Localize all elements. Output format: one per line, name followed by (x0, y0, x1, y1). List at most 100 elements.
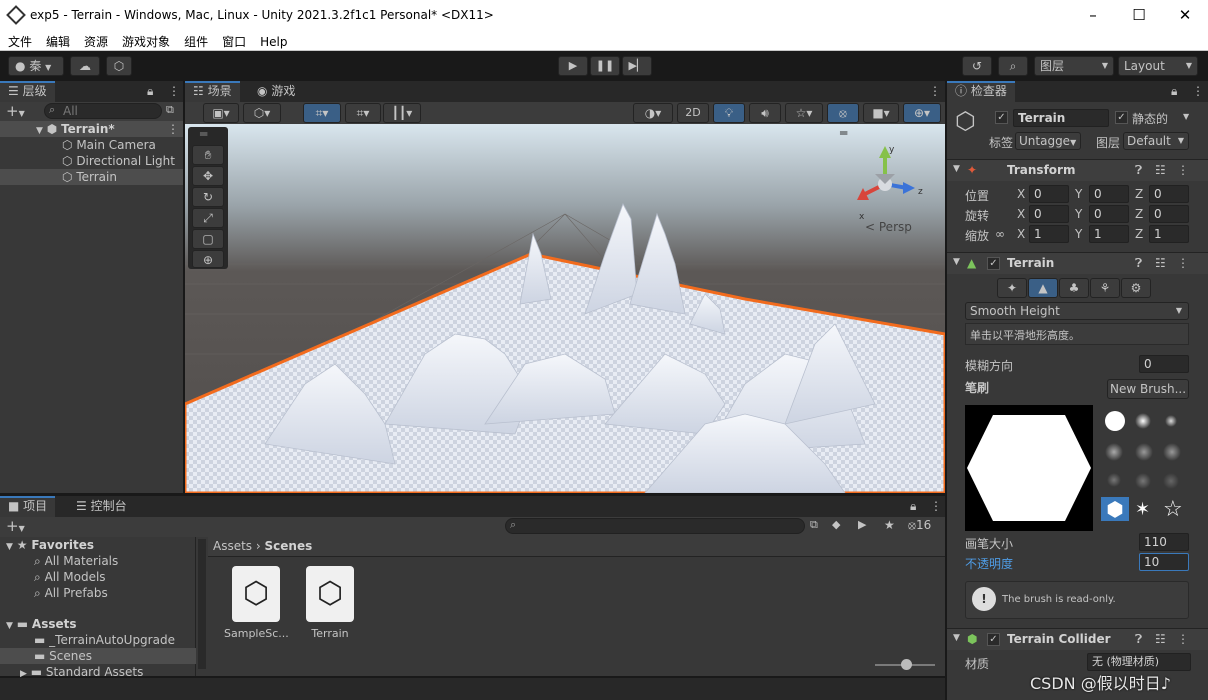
new-brush-button[interactable]: New Brush... (1107, 379, 1189, 399)
maximize-button[interactable]: ☐ (1116, 0, 1162, 31)
play-button[interactable]: ▶ (558, 56, 588, 76)
expand-arrow-icon[interactable]: ▼ (953, 164, 960, 174)
link-icon[interactable]: ∞ (995, 227, 1005, 241)
terrain-collider-header[interactable]: ▼ ⬢ ✓ Terrain Collider ❓︎ ☷ ⋮ (947, 628, 1208, 650)
scale-tool-icon[interactable]: ⤢ (192, 208, 224, 228)
paint-trees-icon[interactable]: ♣ (1059, 278, 1089, 298)
menu-assets[interactable]: 资源 (76, 31, 114, 50)
search-options-icon[interactable]: ⧉ (166, 103, 174, 117)
more-menu-icon[interactable]: ⋮ (1192, 84, 1204, 98)
menu-help[interactable]: Help (252, 33, 293, 49)
position-y-field[interactable]: 0 (1089, 185, 1129, 203)
help-icon[interactable]: ❓︎ (1135, 632, 1142, 647)
scrollbar[interactable] (198, 539, 206, 669)
presets-icon[interactable]: ☷ (1155, 632, 1166, 646)
breadcrumb-item[interactable]: Assets (213, 539, 252, 553)
layers-dropdown[interactable]: 图层 ▼ (1034, 56, 1114, 76)
brush-size-field[interactable]: 110 (1139, 533, 1189, 551)
ruler-dropdown[interactable]: ┃┃▾ (383, 103, 421, 123)
expand-arrow-icon[interactable]: ▼ (953, 257, 960, 267)
menu-gameobject[interactable]: 游戏对象 (114, 31, 176, 50)
favorite-item[interactable]: ⌕ All Materials (34, 553, 118, 569)
search-button[interactable]: ⌕ (998, 56, 1028, 76)
hierarchy-item-main-camera[interactable]: ⬡ Main Camera (62, 137, 156, 153)
brush-star-soft-icon[interactable]: ✶ (1135, 499, 1150, 520)
static-checkbox[interactable]: ✓ (1115, 111, 1128, 124)
search-options-icon[interactable]: ⧉ (810, 518, 818, 532)
brush-grass-icon[interactable] (1163, 473, 1179, 489)
more-menu-icon[interactable]: ⋮ (929, 84, 941, 98)
tab-console[interactable]: ☰ 控制台 (68, 496, 135, 517)
active-checkbox[interactable]: ✓ (995, 111, 1008, 124)
create-neighbor-icon[interactable]: ✦ (997, 278, 1027, 298)
layout-dropdown[interactable]: Layout ▼ (1118, 56, 1198, 76)
asset-file[interactable]: ⬡ SampleSc... (224, 566, 289, 640)
more-menu-icon[interactable]: ⋮ (168, 84, 180, 98)
hierarchy-search-input[interactable]: All (44, 103, 162, 119)
brush-hexagon-selected-icon[interactable]: ⬢ (1101, 497, 1129, 521)
rotate-tool-icon[interactable]: ↻ (192, 187, 224, 207)
filter-type-icon[interactable]: ◆ (832, 518, 840, 531)
favorite-item[interactable]: ⌕ All Prefabs (34, 585, 108, 601)
hidden-objects-icon[interactable]: ⦻ (827, 103, 859, 123)
favorite-star-icon[interactable]: ★ (884, 518, 895, 532)
collab-button[interactable]: ⬡ (106, 56, 132, 76)
terrain-tool-dropdown[interactable]: Smooth Height ▼ (965, 302, 1189, 320)
help-icon[interactable]: ❓︎ (1135, 256, 1142, 271)
object-name-input[interactable]: Terrain (1013, 109, 1109, 127)
effects-dropdown[interactable]: ☆▾ (785, 103, 823, 123)
tab-game[interactable]: ◉ 游戏 (249, 81, 303, 102)
terrain-settings-icon[interactable]: ⚙ (1121, 278, 1151, 298)
hand-tool-icon[interactable]: ✋︎ (192, 145, 224, 165)
breadcrumb-item[interactable]: Scenes (265, 539, 313, 553)
increment-snap-dropdown[interactable]: ⌗▾ (345, 103, 381, 123)
position-z-field[interactable]: 0 (1149, 185, 1189, 203)
transform-header[interactable]: ▼ ✦ Transform ❓︎ ☷ ⋮ (947, 159, 1208, 181)
menu-window[interactable]: 窗口 (214, 31, 252, 50)
tab-hierarchy[interactable]: ☰ 层级 (0, 81, 55, 102)
lock-icon[interactable]: 🔒︎ (1171, 84, 1177, 99)
paint-terrain-icon[interactable]: ▲ (1028, 278, 1058, 298)
hierarchy-item-terrain[interactable]: ⬡ Terrain (0, 169, 183, 185)
brush-soft-small-icon[interactable] (1165, 415, 1177, 427)
brush-noise-icon[interactable] (1105, 443, 1123, 461)
presets-icon[interactable]: ☷ (1155, 163, 1166, 177)
close-button[interactable]: ✕ (1162, 0, 1208, 31)
collider-enabled-checkbox[interactable]: ✓ (987, 633, 1000, 646)
more-menu-icon[interactable]: ⋮ (1177, 163, 1189, 177)
filter-label-icon[interactable]: ▶ (858, 518, 866, 531)
favorites-header[interactable]: ▼ ★ Favorites (6, 537, 94, 553)
expand-arrow-icon[interactable]: ▼ (6, 621, 13, 631)
camera-dropdown[interactable]: ■▾ (863, 103, 899, 123)
material-field[interactable]: 无 (物理材质) (1087, 653, 1191, 671)
tab-project[interactable]: ■ 项目 (0, 496, 56, 517)
scale-y-field[interactable]: 1 (1089, 225, 1129, 243)
project-search-input[interactable] (505, 518, 805, 534)
grid-snap-button[interactable]: ⌗▾ (303, 103, 341, 123)
expand-arrow-icon[interactable]: ▼ (36, 126, 43, 136)
menu-edit[interactable]: 编辑 (38, 31, 76, 50)
terrain-header[interactable]: ▼ ▲ ✓ Terrain ❓︎ ☷ ⋮ (947, 252, 1208, 274)
rect-tool-icon[interactable]: ▢ (192, 229, 224, 249)
expand-arrow-icon[interactable]: ▼ (6, 542, 13, 552)
lock-icon[interactable]: 🔒︎ (147, 84, 153, 99)
perspective-label[interactable]: < Persp (865, 220, 912, 234)
audio-toggle-icon[interactable]: 🔊︎ (749, 103, 781, 123)
drag-handle-icon[interactable]: ═ (200, 127, 207, 141)
history-button[interactable]: ↺ (962, 56, 992, 76)
brush-star-icon[interactable]: ☆ (1163, 497, 1183, 522)
more-menu-icon[interactable]: ⋮ (1177, 632, 1189, 646)
brush-swirl-icon[interactable] (1135, 473, 1151, 489)
hidden-packages-icon[interactable]: ⦻16 (908, 518, 931, 533)
add-icon[interactable]: +▼ (6, 102, 25, 120)
brush-dots-icon[interactable] (1107, 473, 1121, 487)
assets-header[interactable]: ▼ ▬ Assets (6, 616, 77, 632)
rotation-z-field[interactable]: 0 (1149, 205, 1189, 223)
position-x-field[interactable]: 0 (1029, 185, 1069, 203)
hierarchy-scene-row[interactable]: ▼ ⬢ Terrain* ⋮ (0, 121, 183, 137)
add-icon[interactable]: +▼ (6, 517, 25, 535)
shading-sphere-dropdown[interactable]: ◑▾ (633, 103, 673, 123)
scale-z-field[interactable]: 1 (1149, 225, 1189, 243)
more-menu-icon[interactable]: ⋮ (930, 499, 942, 513)
transform-tool-icon[interactable]: ⊕ (192, 250, 224, 268)
